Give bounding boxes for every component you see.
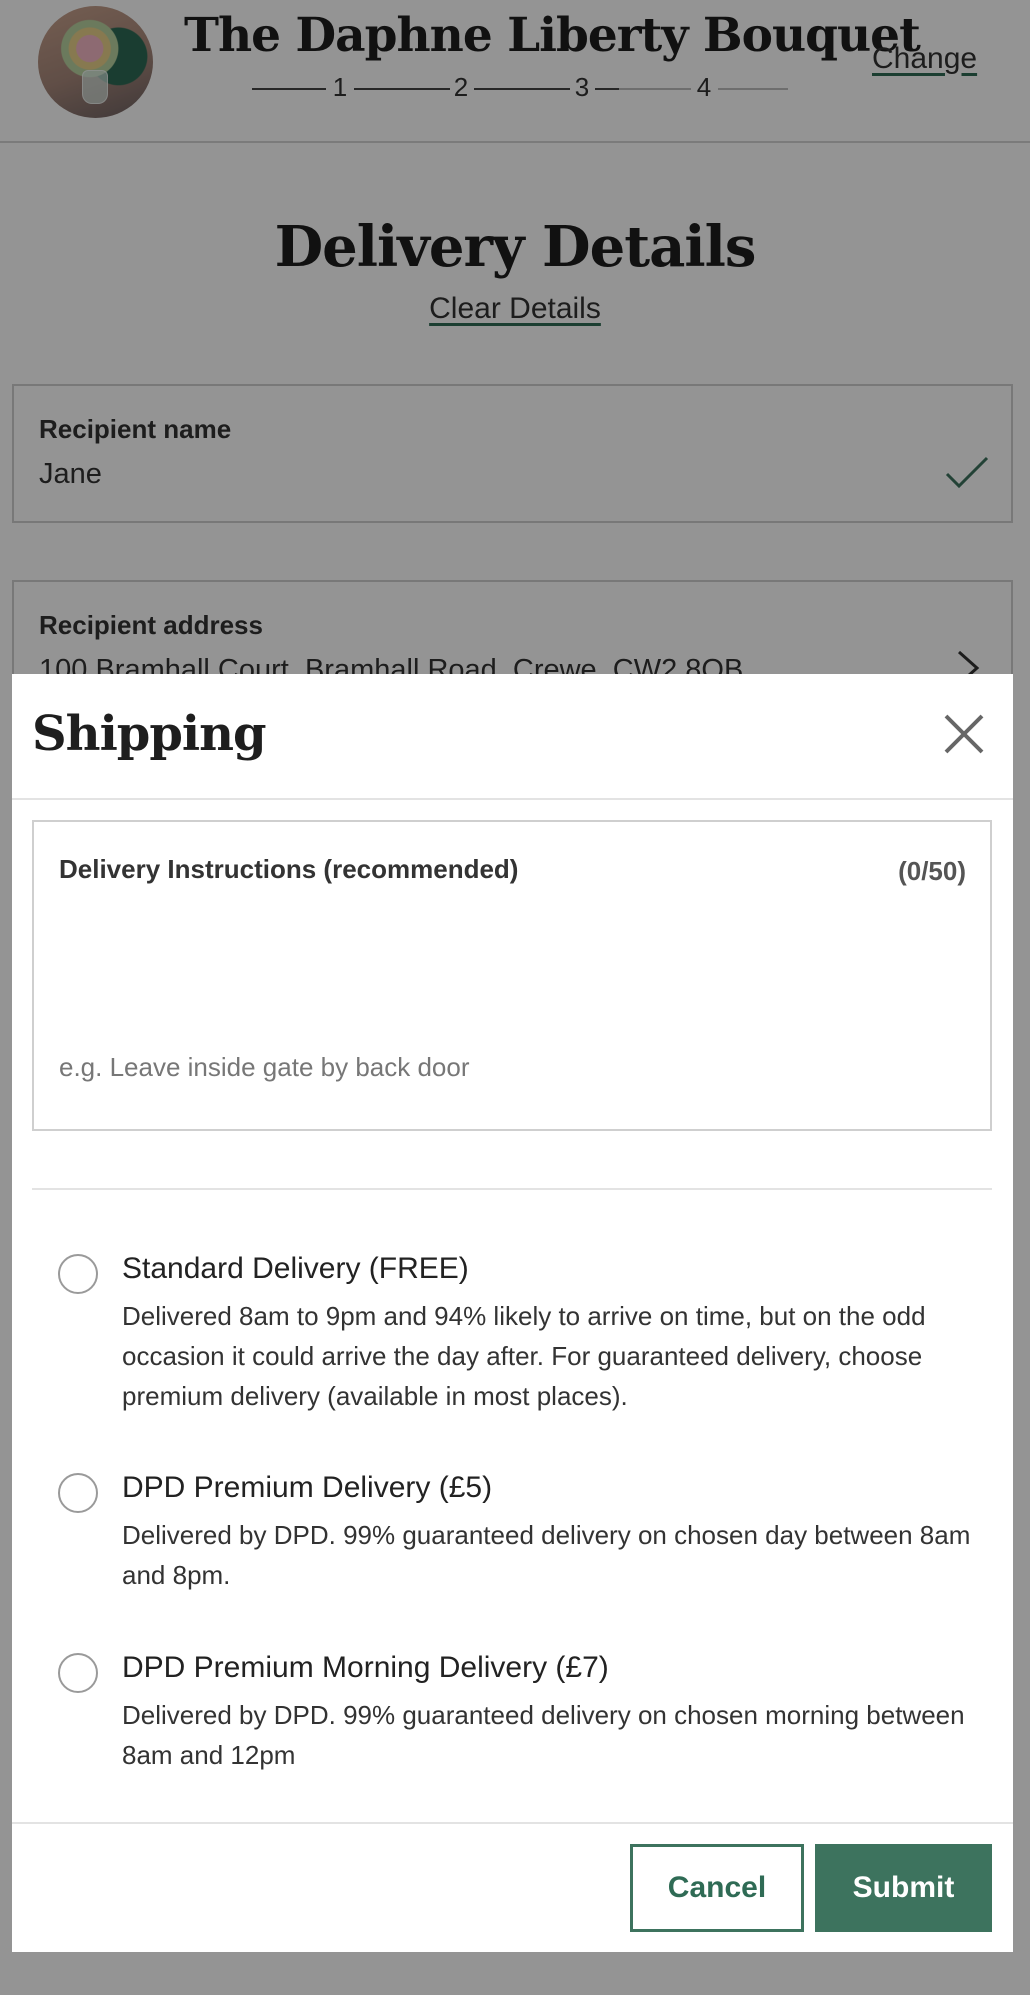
shipping-option-description: Delivered by DPD. 99% guaranteed deliver… <box>122 1700 965 1770</box>
delivery-instructions-label: Delivery Instructions (recommended) <box>59 854 519 884</box>
radio-button[interactable] <box>58 1653 98 1693</box>
cancel-button[interactable]: Cancel <box>630 1844 804 1932</box>
delivery-instructions-input[interactable] <box>59 1052 959 1096</box>
shipping-option-title: Standard Delivery (FREE) <box>122 1252 469 1285</box>
shipping-modal: Shipping Delivery Instructions (recommen… <box>12 674 1013 1952</box>
character-counter: (0/50) <box>898 856 966 886</box>
shipping-option-dpd-morning[interactable]: DPD Premium Morning Delivery (£7) Delive… <box>32 1651 992 1771</box>
divider <box>12 798 1013 800</box>
radio-button[interactable] <box>58 1473 98 1513</box>
divider <box>12 1822 1013 1824</box>
shipping-option-standard[interactable]: Standard Delivery (FREE) Delivered 8am t… <box>32 1252 992 1412</box>
close-icon[interactable] <box>940 710 988 758</box>
radio-button[interactable] <box>58 1254 98 1294</box>
shipping-option-title: DPD Premium Morning Delivery (£7) <box>122 1651 609 1684</box>
divider <box>32 1188 992 1190</box>
delivery-instructions-field[interactable]: Delivery Instructions (recommended) (0/5… <box>32 820 992 1131</box>
shipping-option-description: Delivered 8am to 9pm and 94% likely to a… <box>122 1301 926 1411</box>
submit-button[interactable]: Submit <box>815 1844 992 1932</box>
shipping-option-description: Delivered by DPD. 99% guaranteed deliver… <box>122 1520 971 1590</box>
shipping-option-title: DPD Premium Delivery (£5) <box>122 1471 493 1504</box>
modal-title: Shipping <box>32 706 267 762</box>
shipping-option-dpd-premium[interactable]: DPD Premium Delivery (£5) Delivered by D… <box>32 1471 992 1591</box>
